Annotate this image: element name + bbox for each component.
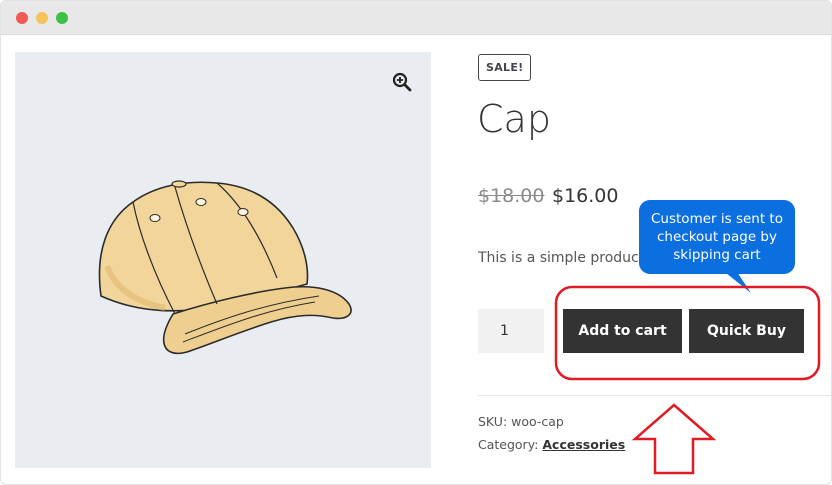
- browser-window: SALE! Cap $18.00 $16.00 This is a simple…: [0, 0, 832, 485]
- sku-label: SKU:: [478, 414, 512, 429]
- callout-bubble: Customer is sent to checkout page by ski…: [639, 200, 795, 274]
- minimize-window-button[interactable]: [36, 12, 48, 24]
- product-sku: SKU: woo-cap: [478, 414, 564, 429]
- product-title: Cap: [477, 97, 551, 141]
- sale-badge: SALE!: [478, 54, 532, 81]
- product-description: This is a simple product.: [478, 250, 649, 266]
- quick-buy-button[interactable]: Quick Buy: [689, 309, 804, 353]
- product-category: Category: Accessories: [478, 437, 625, 452]
- category-link[interactable]: Accessories: [542, 437, 625, 452]
- window-titlebar: [1, 1, 831, 35]
- maximize-window-button[interactable]: [56, 12, 68, 24]
- close-window-button[interactable]: [16, 12, 28, 24]
- meta-divider: [478, 395, 831, 396]
- category-label: Category:: [478, 437, 543, 452]
- sale-price: $16.00: [552, 185, 619, 207]
- up-arrow-icon: [631, 403, 717, 475]
- add-to-cart-button[interactable]: Add to cart: [563, 309, 682, 353]
- product-image[interactable]: [15, 52, 431, 468]
- quantity-input[interactable]: [478, 309, 544, 353]
- sku-value: woo-cap: [511, 414, 564, 429]
- regular-price: $18.00: [478, 185, 545, 207]
- cap-illustration: [98, 180, 352, 355]
